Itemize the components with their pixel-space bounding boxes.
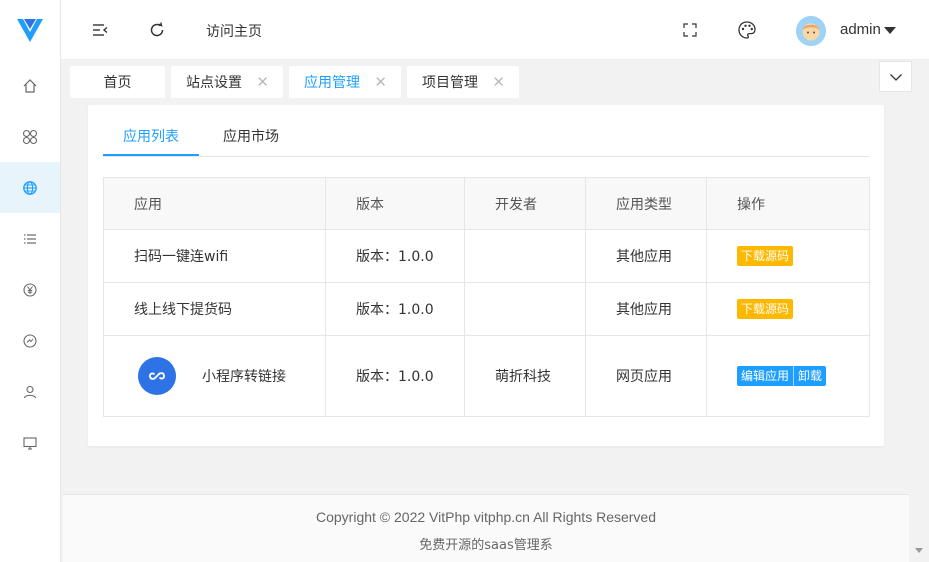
avatar-icon <box>796 16 826 46</box>
uninstall-button[interactable]: 卸载 <box>794 366 827 386</box>
sidebar-item-apps-manage[interactable] <box>0 162 60 213</box>
close-icon[interactable]: ✕ <box>256 73 269 91</box>
tab-label: 项目管理 <box>422 75 478 91</box>
type-cell: 其他应用 <box>585 229 707 283</box>
app-list-card: 应用列表 应用市场 应用 版本 开发者 应用类型 操作 扫码一键连wifi 版本… <box>88 105 884 446</box>
version-cell: 版本：1.0.0 <box>325 229 465 283</box>
developer-cell <box>464 229 586 283</box>
tab-app-management[interactable]: 应用管理 ✕ <box>289 66 401 98</box>
refresh-icon <box>150 22 164 37</box>
fullscreen-button[interactable] <box>680 20 700 40</box>
edit-app-button[interactable]: 编辑应用 <box>737 366 795 386</box>
refresh-button[interactable] <box>147 20 167 40</box>
globe-icon <box>23 180 37 195</box>
app-table: 应用 版本 开发者 应用类型 操作 扫码一键连wifi 版本：1.0.0 其他应… <box>103 177 870 417</box>
app-name-cell: 小程序转链接 <box>103 335 326 417</box>
column-header: 应用类型 <box>585 177 707 230</box>
tab-label: 站点设置 <box>186 75 242 91</box>
sidebar <box>0 0 61 562</box>
user-icon <box>23 385 37 398</box>
menu-fold-icon <box>93 24 108 36</box>
theme-button[interactable] <box>737 20 757 40</box>
palette-icon <box>738 21 756 39</box>
app-logo-icon <box>138 357 176 395</box>
sidebar-item-finance[interactable] <box>0 264 60 315</box>
fullscreen-icon <box>683 23 697 37</box>
yen-icon <box>23 282 37 297</box>
column-header: 操作 <box>706 177 870 230</box>
subtab-app-list[interactable]: 应用列表 <box>123 126 179 146</box>
collapse-menu-button[interactable] <box>90 20 110 40</box>
column-header: 开发者 <box>464 177 586 230</box>
actions-cell: 编辑应用 卸载 <box>706 335 870 417</box>
column-header: 应用 <box>103 177 326 230</box>
sidebar-item-apps[interactable] <box>0 111 60 162</box>
table-header-row: 应用 版本 开发者 应用类型 操作 <box>103 177 870 230</box>
top-header: 访问主页 admin <box>61 0 929 60</box>
table-row: 扫码一键连wifi 版本：1.0.0 其他应用 下载源码 <box>103 229 870 283</box>
copyright-text: Copyright © 2022 VitPhp vitphp.cn All Ri… <box>315 509 657 525</box>
developer-cell <box>464 282 586 336</box>
monitor-icon <box>23 436 37 450</box>
type-cell: 其他应用 <box>585 282 707 336</box>
tagline-text: 免费开源的saas管理系 <box>419 538 553 553</box>
app-name-cell: 扫码一键连wifi <box>103 229 326 283</box>
tab-site-settings[interactable]: 站点设置 ✕ <box>171 66 283 98</box>
sidebar-item-home[interactable] <box>0 60 60 111</box>
visit-home-link[interactable]: 访问主页 <box>206 21 262 41</box>
page-footer: Copyright © 2022 VitPhp vitphp.cn All Ri… <box>63 494 909 562</box>
app-name-cell: 线上线下提货码 <box>103 282 326 336</box>
list-icon <box>24 233 36 244</box>
username[interactable]: admin <box>840 21 881 38</box>
download-source-button[interactable]: 下载源码 <box>737 299 794 319</box>
actions-cell: 下载源码 <box>706 229 870 283</box>
download-source-button[interactable]: 下载源码 <box>737 246 794 266</box>
home-icon <box>23 78 37 93</box>
sidebar-item-monitor[interactable] <box>0 417 60 468</box>
scroll-down-arrow-icon[interactable] <box>915 548 923 553</box>
type-cell: 网页应用 <box>585 335 707 417</box>
tab-home[interactable]: 首页 <box>70 66 165 98</box>
dashboard-icon <box>23 333 37 348</box>
version-cell: 版本：1.0.0 <box>325 282 465 336</box>
close-icon[interactable]: ✕ <box>492 73 505 91</box>
version-cell: 版本：1.0.0 <box>325 335 465 417</box>
close-icon[interactable]: ✕ <box>374 73 387 91</box>
column-header: 版本 <box>325 177 465 230</box>
apps-icon <box>22 129 38 144</box>
sidebar-item-user[interactable] <box>0 366 60 417</box>
brand-logo[interactable] <box>0 0 60 60</box>
active-subtab-indicator <box>103 154 199 156</box>
tab-label: 首页 <box>103 75 132 91</box>
link-icon <box>149 372 165 380</box>
tab-project-management[interactable]: 项目管理 ✕ <box>407 66 519 98</box>
table-row: 线上线下提货码 版本：1.0.0 其他应用 下载源码 <box>103 282 870 336</box>
logo-icon <box>17 19 43 42</box>
subtab-app-market[interactable]: 应用市场 <box>223 126 279 146</box>
chevron-down-icon <box>889 73 902 81</box>
sidebar-item-list[interactable] <box>0 213 60 264</box>
user-menu-caret-icon[interactable] <box>884 27 896 34</box>
subtab-bar: 应用列表 应用市场 <box>103 105 869 157</box>
actions-cell: 下载源码 <box>706 282 870 336</box>
developer-cell: 萌折科技 <box>464 335 586 417</box>
app-name: 小程序转链接 <box>202 369 286 385</box>
tab-menu-button[interactable] <box>879 61 912 92</box>
sidebar-item-dashboard[interactable] <box>0 315 60 366</box>
avatar[interactable] <box>796 16 826 46</box>
tab-label: 应用管理 <box>304 75 360 91</box>
table-row: 小程序转链接 版本：1.0.0 萌折科技 网页应用 编辑应用 卸载 <box>103 335 870 417</box>
